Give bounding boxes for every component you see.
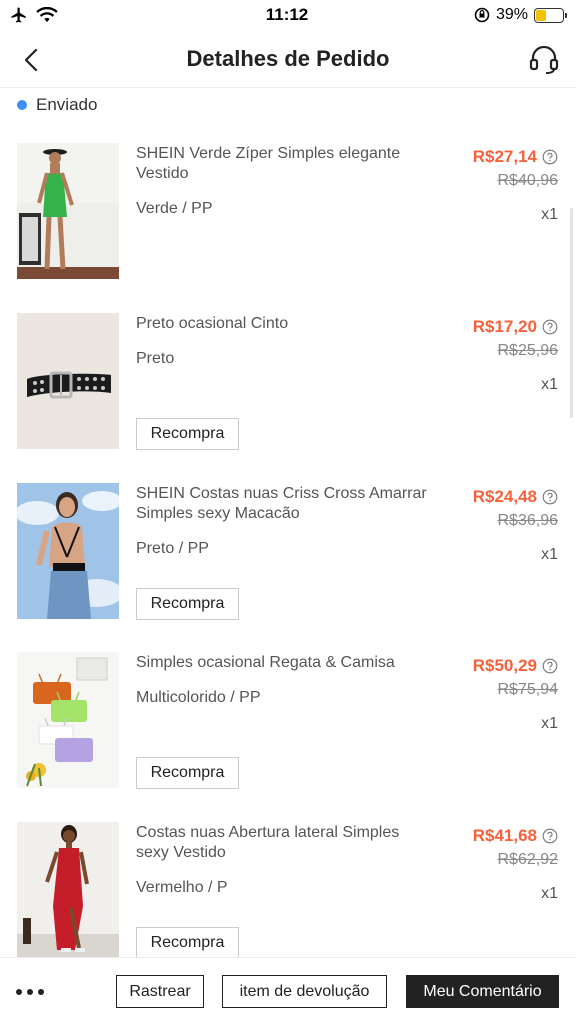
rebuy-button[interactable]: Recompra xyxy=(136,757,239,789)
rebuy-button[interactable]: Recompra xyxy=(136,927,239,959)
my-review-button[interactable]: Meu Comentário xyxy=(406,975,559,1008)
original-price: R$62,92 xyxy=(497,851,559,868)
question-circle-icon[interactable] xyxy=(542,149,558,165)
product-thumbnail[interactable] xyxy=(17,652,119,788)
item-variant: Preto / PP xyxy=(136,540,209,557)
price-value: R$17,20 xyxy=(472,317,537,336)
item-variant: Multicolorido / PP xyxy=(136,689,261,706)
question-circle-icon[interactable] xyxy=(542,489,558,505)
item-quantity: x1 xyxy=(541,546,558,563)
status-bar: 11:12 39% xyxy=(0,0,576,30)
question-circle-icon[interactable] xyxy=(542,658,558,674)
item-name[interactable]: Simples ocasional Regata & Camisa xyxy=(136,653,436,673)
chevron-left-icon[interactable] xyxy=(16,44,48,76)
item-quantity: x1 xyxy=(541,885,558,902)
order-item-red-dress[interactable]: Costas nuas Abertura lateral Simples sex… xyxy=(0,822,576,972)
price-value: R$50,29 xyxy=(472,656,537,675)
item-name[interactable]: Preto ocasional Cinto xyxy=(136,314,436,334)
order-status: Enviado xyxy=(17,95,97,115)
item-price: R$24,48 xyxy=(473,487,558,507)
nav-bar: Detalhes de Pedido xyxy=(0,30,576,88)
scrollbar[interactable] xyxy=(570,208,573,418)
item-price: R$27,14 xyxy=(473,147,558,167)
product-thumbnail[interactable] xyxy=(17,313,119,449)
item-variant: Vermelho / P xyxy=(136,879,228,896)
orientation-lock-icon xyxy=(474,7,490,23)
item-price: R$41,68 xyxy=(473,826,558,846)
track-button[interactable]: Rastrear xyxy=(116,975,204,1008)
original-price: R$75,94 xyxy=(497,681,559,698)
item-quantity: x1 xyxy=(541,376,558,393)
order-item-green-dress[interactable]: SHEIN Verde Zíper Simples elegante Vesti… xyxy=(0,143,576,293)
item-variant: Verde / PP xyxy=(136,200,213,217)
price-value: R$24,48 xyxy=(472,487,537,506)
bottom-action-bar: Rastrear item de devolução Meu Comentári… xyxy=(0,957,576,1024)
order-status-label: Enviado xyxy=(36,95,98,114)
order-item-belt[interactable]: Preto ocasional Cinto Preto R$17,20 R$25… xyxy=(0,313,576,463)
battery-fill xyxy=(535,9,547,21)
rebuy-button[interactable]: Recompra xyxy=(136,588,239,620)
original-price: R$40,96 xyxy=(497,172,559,189)
question-circle-icon[interactable] xyxy=(542,828,558,844)
item-quantity: x1 xyxy=(541,206,558,223)
more-dots-icon[interactable] xyxy=(16,982,52,1002)
item-name[interactable]: SHEIN Costas nuas Criss Cross Amarrar Si… xyxy=(136,484,436,524)
item-variant: Preto xyxy=(136,350,175,367)
original-price: R$25,96 xyxy=(497,342,559,359)
product-thumbnail[interactable] xyxy=(17,143,119,279)
product-thumbnail[interactable] xyxy=(17,483,119,619)
return-item-button[interactable]: item de devolução xyxy=(222,975,387,1008)
item-price: R$50,29 xyxy=(473,656,558,676)
item-name[interactable]: SHEIN Verde Zíper Simples elegante Vesti… xyxy=(136,144,436,184)
airplane-icon xyxy=(11,7,26,23)
wifi-icon xyxy=(36,7,58,23)
headset-icon[interactable] xyxy=(528,42,560,76)
price-value: R$41,68 xyxy=(472,826,537,845)
battery-percent: 39% xyxy=(495,6,528,23)
battery-icon xyxy=(533,7,567,23)
order-item-camisoles[interactable]: Simples ocasional Regata & Camisa Multic… xyxy=(0,652,576,802)
status-left xyxy=(10,6,130,24)
item-price: R$17,20 xyxy=(473,317,558,337)
item-name[interactable]: Costas nuas Abertura lateral Simples sex… xyxy=(136,823,436,863)
status-time: 11:12 xyxy=(265,5,309,24)
rebuy-button[interactable]: Recompra xyxy=(136,418,239,450)
order-item-jumpsuit[interactable]: SHEIN Costas nuas Criss Cross Amarrar Si… xyxy=(0,483,576,633)
page-title: Detalhes de Pedido xyxy=(186,45,390,71)
original-price: R$36,96 xyxy=(497,512,559,529)
question-circle-icon[interactable] xyxy=(542,319,558,335)
item-quantity: x1 xyxy=(541,715,558,732)
status-right: 39% xyxy=(444,6,567,24)
status-dot xyxy=(17,100,27,110)
price-value: R$27,14 xyxy=(472,147,537,166)
product-thumbnail[interactable] xyxy=(17,822,119,958)
